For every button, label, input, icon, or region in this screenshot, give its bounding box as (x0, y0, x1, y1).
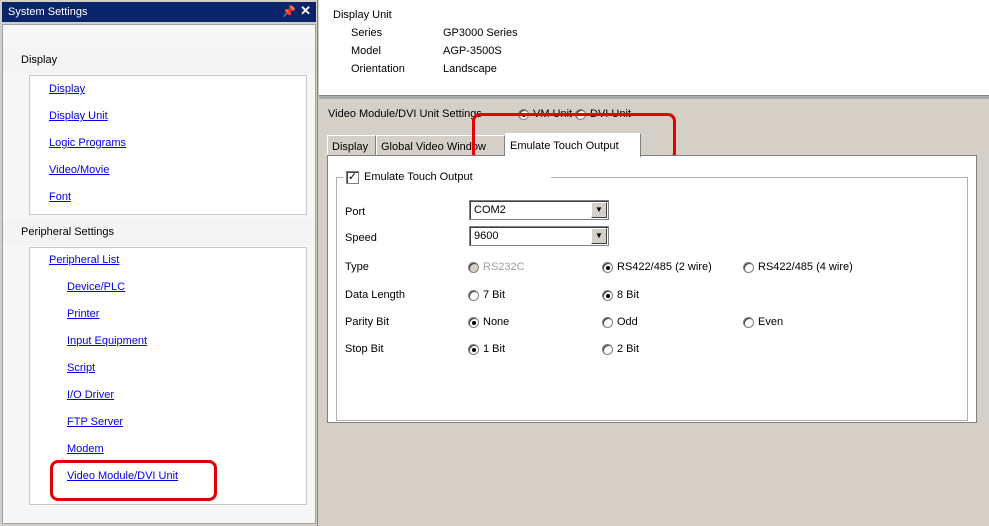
system-settings-panel: System Settings 📌 ✕ Display Display Disp… (0, 0, 318, 526)
tab-display-label: Display (332, 141, 369, 153)
nav-io-driver[interactable]: I/O Driver (67, 389, 114, 401)
type-rs232c-radio[interactable] (468, 262, 479, 273)
model-value: AGP-3500S (443, 45, 502, 57)
video-module-settings: Video Module/DVI Unit Settings VM Unit D… (319, 99, 989, 526)
data-length-7bit-label: 7 Bit (483, 289, 506, 301)
tab-display[interactable]: Display (327, 135, 376, 157)
type-label: Type (345, 261, 369, 273)
nav-peripheral-list[interactable]: Peripheral List (49, 254, 119, 266)
emulate-touch-checkbox[interactable]: ✓ (346, 171, 359, 184)
port-value: COM2 (474, 204, 506, 216)
nav-display[interactable]: Display (49, 83, 85, 95)
stop-1bit-radio[interactable] (468, 344, 479, 355)
parity-none-radio[interactable] (468, 317, 479, 328)
nav-font[interactable]: Font (49, 191, 71, 203)
nav-input-equipment[interactable]: Input Equipment (67, 335, 147, 347)
data-length-8bit-radio[interactable] (602, 290, 613, 301)
display-unit-info: Display Unit Series GP3000 Series Model … (319, 0, 989, 96)
highlight-video-module-link (50, 460, 217, 501)
settings-tree: Display Display Display Unit Logic Progr… (2, 24, 316, 524)
emulate-touch-groupbox: ✓ Emulate Touch Output Port COM2 ▼ Speed… (336, 169, 968, 421)
series-label: Series (351, 27, 383, 39)
panel-title: System Settings (8, 6, 88, 18)
model-label: Model (351, 45, 381, 57)
parity-label: Parity Bit (345, 316, 390, 328)
parity-odd-label: Odd (617, 316, 638, 328)
data-length-7bit-radio[interactable] (468, 290, 479, 301)
parity-odd-radio[interactable] (602, 317, 613, 328)
parity-even-label: Even (758, 316, 784, 328)
stop-2bit-label: 2 Bit (617, 343, 640, 355)
type-rs232c-label: RS232C (483, 261, 525, 273)
speed-value: 9600 (474, 230, 499, 242)
stop-bit-label: Stop Bit (345, 343, 384, 355)
data-length-8bit-label: 8 Bit (617, 289, 640, 301)
nav-video-movie[interactable]: Video/Movie (49, 164, 109, 176)
close-icon[interactable]: ✕ (300, 3, 311, 19)
nav-display-unit[interactable]: Display Unit (49, 110, 108, 122)
orientation-label: Orientation (351, 63, 405, 75)
display-group-header: Display (3, 47, 315, 73)
type-rs422-2wire-label: RS422/485 (2 wire) (617, 261, 712, 273)
tab-global-video-window-label: Global Video Window (381, 141, 486, 153)
dropdown-arrow-icon[interactable]: ▼ (591, 202, 607, 218)
port-label: Port (345, 206, 366, 218)
port-select[interactable]: COM2 ▼ (469, 200, 609, 220)
nav-device-plc[interactable]: Device/PLC (67, 281, 125, 293)
series-value: GP3000 Series (443, 27, 518, 39)
data-length-label: Data Length (345, 289, 405, 301)
display-group-label: Display (21, 54, 58, 66)
dropdown-arrow-icon[interactable]: ▼ (591, 228, 607, 244)
nav-logic-programs[interactable]: Logic Programs (49, 137, 126, 149)
peripheral-group-label: Peripheral Settings (21, 226, 114, 238)
nav-script[interactable]: Script (67, 362, 95, 374)
stop-2bit-radio[interactable] (602, 344, 613, 355)
nav-modem[interactable]: Modem (67, 443, 104, 455)
nav-ftp-server[interactable]: FTP Server (67, 416, 123, 428)
emulate-touch-label: Emulate Touch Output (364, 171, 473, 183)
type-rs422-4wire-label: RS422/485 (4 wire) (758, 261, 853, 273)
emulate-touch-panel: ✓ Emulate Touch Output Port COM2 ▼ Speed… (327, 155, 977, 423)
nav-printer[interactable]: Printer (67, 308, 99, 320)
stop-1bit-label: 1 Bit (483, 343, 506, 355)
mode-label: Video Module/DVI Unit Settings (328, 108, 482, 120)
unit-info-heading: Display Unit (333, 9, 392, 21)
parity-none-label: None (483, 316, 510, 328)
peripheral-group-header: Peripheral Settings (3, 219, 315, 245)
tab-emulate-touch-output[interactable]: Emulate Touch Output (505, 133, 641, 157)
system-settings-title-bar: System Settings 📌 ✕ (2, 2, 316, 22)
speed-select[interactable]: 9600 ▼ (469, 226, 609, 246)
orientation-value: Landscape (443, 63, 497, 75)
tab-emulate-touch-output-label: Emulate Touch Output (510, 140, 619, 152)
type-rs422-4wire-radio[interactable] (743, 262, 754, 273)
parity-even-radio[interactable] (743, 317, 754, 328)
type-rs422-2wire-radio[interactable] (602, 262, 613, 273)
speed-label: Speed (345, 232, 377, 244)
main-content: Display Unit Series GP3000 Series Model … (319, 0, 989, 526)
pin-icon[interactable]: 📌 (282, 5, 296, 18)
